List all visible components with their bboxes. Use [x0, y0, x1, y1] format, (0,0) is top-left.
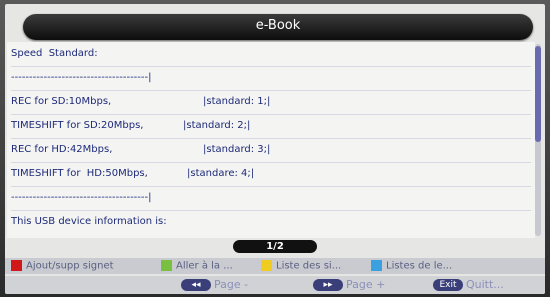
line-text: --------------------------------------|: [11, 72, 152, 83]
exit-button[interactable]: Exit Quitt...: [433, 278, 504, 292]
page-next-label: Page +: [346, 278, 386, 291]
yellow-key-list[interactable]: Liste des si...: [261, 260, 341, 272]
line-text: REC for SD:10Mbps,: [11, 96, 112, 107]
title-bar: e-Book: [23, 14, 533, 40]
blue-key-lists[interactable]: Listes de le...: [371, 260, 452, 272]
yellow-key-label: Liste des si...: [276, 260, 342, 272]
text-line: --------------------------------------|: [11, 186, 531, 211]
exit-icon: Exit: [433, 279, 463, 291]
page-prev-label: Page -: [214, 278, 249, 291]
scrollbar-thumb[interactable]: [535, 46, 541, 142]
text-content: Speed Standard: ------------------------…: [7, 42, 535, 238]
line-value: |standare: 4;|: [187, 168, 255, 179]
yellow-button-icon: [261, 260, 272, 271]
blue-button-icon: [371, 260, 382, 271]
line-text: TIMESHIFT for HD:50Mbps,: [11, 168, 148, 179]
color-key-bar: Ajout/supp signet Aller à la ... Liste d…: [5, 258, 545, 274]
green-key-label: Aller à la ...: [176, 260, 233, 272]
line-text: REC for HD:42Mbps,: [11, 144, 113, 155]
line-value: |standard: 2;|: [183, 120, 251, 131]
text-line: REC for HD:42Mbps, |standard: 3;|: [11, 138, 531, 163]
line-text: TIMESHIFT for SD:20Mbps,: [11, 120, 144, 131]
line-value: |standard: 3;|: [203, 144, 271, 155]
navigation-bar: ◂◂ Page - ▸▸ Page + Exit Quitt...: [5, 276, 545, 294]
red-button-icon: [11, 260, 22, 271]
text-line: TIMESHIFT for HD:50Mbps, |standare: 4;|: [11, 162, 531, 187]
text-line: --------------------------------------|: [11, 66, 531, 91]
page-next-button[interactable]: ▸▸ Page +: [313, 278, 385, 292]
page-prev-button[interactable]: ◂◂ Page -: [181, 278, 248, 292]
red-key-label: Ajout/supp signet: [26, 260, 114, 272]
green-button-icon: [161, 260, 172, 271]
text-line: Speed Standard:: [11, 42, 531, 67]
line-value: |standard: 1;|: [203, 96, 271, 107]
red-key-bookmark[interactable]: Ajout/supp signet: [11, 260, 114, 272]
text-line: TIMESHIFT for SD:20Mbps, |standard: 2;|: [11, 114, 531, 139]
tv-frame: e-Book Speed Standard: -----------------…: [0, 0, 550, 297]
exit-label: Quitt...: [466, 278, 504, 291]
text-line: REC for SD:10Mbps, |standard: 1;|: [11, 90, 531, 115]
blue-key-label: Listes de le...: [386, 260, 453, 272]
ebook-screen: e-Book Speed Standard: -----------------…: [5, 4, 545, 294]
text-line: This USB device information is:: [11, 210, 531, 234]
rewind-icon: ◂◂: [181, 279, 211, 291]
green-key-goto[interactable]: Aller à la ...: [161, 260, 233, 272]
fast-forward-icon: ▸▸: [313, 279, 343, 291]
page-indicator: 1/2: [233, 240, 317, 253]
vertical-scrollbar[interactable]: [535, 44, 541, 236]
line-text: This USB device information is:: [11, 216, 167, 227]
line-text: --------------------------------------|: [11, 192, 152, 203]
window-title: e-Book: [255, 18, 301, 33]
line-text: Speed Standard:: [11, 48, 98, 59]
